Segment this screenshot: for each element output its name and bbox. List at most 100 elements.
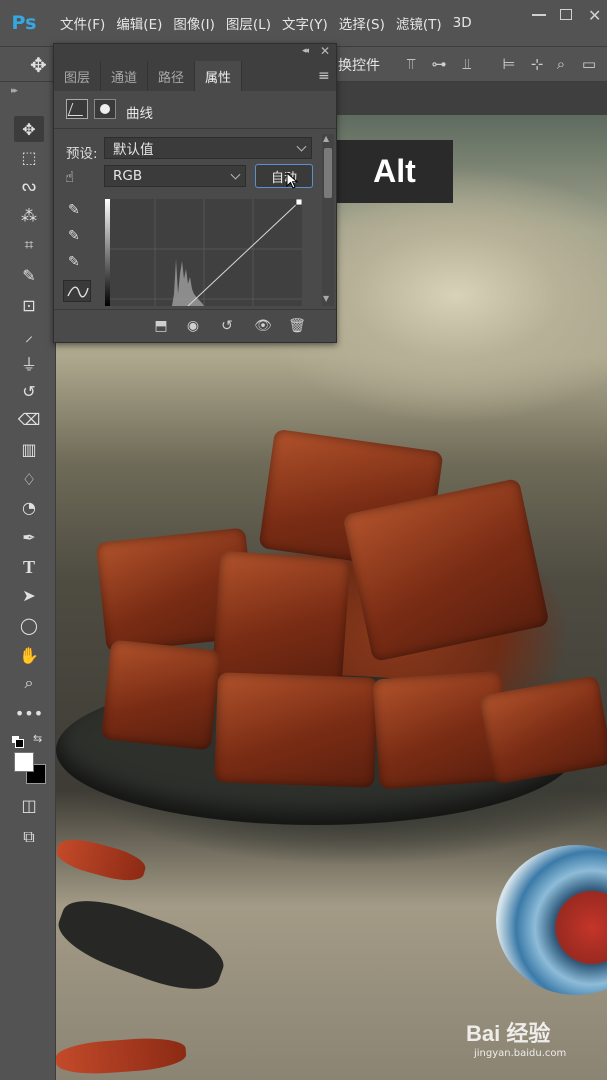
panel-footer: ⬒ ◉ ↺ 👁 🗑 bbox=[54, 309, 336, 342]
align-left-icon[interactable]: ⊨ bbox=[500, 55, 518, 73]
food-chunk bbox=[214, 672, 378, 788]
quick-mask-icon[interactable]: ◫ bbox=[14, 792, 44, 818]
watermark: Bai 经验 jingyan.baidu.com bbox=[462, 1010, 602, 1070]
foreground-color-swatch[interactable] bbox=[14, 752, 34, 772]
menu-bar: Ps 文件(F) 编辑(E) 图像(I) 图层(L) 文字(Y) 选择(S) 滤… bbox=[0, 0, 607, 46]
channel-select[interactable]: RGB bbox=[104, 165, 246, 187]
tab-channels[interactable]: 通道 bbox=[101, 61, 149, 91]
view-previous-icon[interactable]: ◉ bbox=[182, 316, 204, 336]
tab-layers[interactable]: 图层 bbox=[54, 61, 102, 91]
preset-select[interactable]: 默认值 bbox=[104, 137, 312, 159]
scroll-down-icon[interactable]: ▼ bbox=[323, 294, 329, 303]
close-panel-icon[interactable]: ✕ bbox=[320, 44, 330, 58]
scroll-up-icon[interactable]: ▲ bbox=[323, 134, 329, 143]
ellipse-icon[interactable]: ◯ bbox=[14, 612, 44, 638]
preset-value: 默认值 bbox=[113, 142, 154, 158]
lasso-icon[interactable]: ᔓ bbox=[14, 172, 44, 198]
menu-filter[interactable]: 滤镜(T) bbox=[396, 13, 442, 33]
curve-point bbox=[295, 199, 302, 206]
mouse-cursor-icon bbox=[286, 172, 299, 189]
food-chunk bbox=[211, 550, 351, 690]
tab-paths[interactable]: 路径 bbox=[148, 61, 196, 91]
curve-icon bbox=[67, 286, 89, 298]
align-vcenter-icon[interactable]: ⊶ bbox=[430, 55, 448, 73]
gradient-icon[interactable]: ▥ bbox=[14, 436, 44, 462]
menu-3d[interactable]: 3D bbox=[453, 15, 472, 31]
reset-icon[interactable]: ↺ bbox=[216, 316, 238, 336]
gray-point-eyedropper-icon[interactable]: ✎ bbox=[68, 228, 80, 244]
watermark-logo: Bai 经验 bbox=[466, 1021, 551, 1046]
type-icon[interactable]: T bbox=[14, 554, 44, 580]
menu-layer[interactable]: 图层(L) bbox=[226, 13, 271, 33]
food-chunk bbox=[479, 675, 607, 785]
patch-icon[interactable]: ⊡ bbox=[14, 292, 44, 318]
white-point-eyedropper-icon[interactable]: ✎ bbox=[68, 254, 80, 270]
curves-graph-svg bbox=[106, 199, 302, 306]
menu-type[interactable]: 文字(Y) bbox=[282, 13, 328, 33]
black-point-eyedropper-icon[interactable]: ✎ bbox=[68, 202, 80, 218]
auto-button[interactable]: 自动 bbox=[255, 164, 313, 188]
panel-menu-icon[interactable]: ≡ bbox=[318, 68, 330, 84]
visibility-icon[interactable]: 👁 bbox=[252, 316, 274, 336]
default-colors-icon[interactable] bbox=[12, 736, 24, 748]
collapse-panel-icon[interactable]: ◂◂ bbox=[302, 46, 309, 56]
move-icon[interactable]: ✥ bbox=[30, 53, 47, 77]
adjustment-title: 曲线 bbox=[126, 106, 153, 122]
photoshop-logo: Ps bbox=[11, 12, 37, 34]
menu-edit[interactable]: 编辑(E) bbox=[116, 13, 162, 33]
path-select-icon[interactable]: ➤ bbox=[14, 582, 44, 608]
tab-properties[interactable]: 属性 bbox=[195, 61, 243, 91]
key-hint-overlay: Alt bbox=[336, 140, 453, 203]
curves-graph[interactable] bbox=[105, 199, 302, 306]
preset-label: 预设: bbox=[66, 146, 98, 162]
dodge-icon[interactable]: ◔ bbox=[14, 494, 44, 520]
curves-adjustment-icon[interactable] bbox=[66, 99, 88, 119]
watermark-url: jingyan.baidu.com bbox=[474, 1048, 567, 1059]
more-icon[interactable]: ••• bbox=[14, 700, 44, 726]
workspace-icon[interactable]: ▭ bbox=[580, 55, 598, 73]
menu-image[interactable]: 图像(I) bbox=[173, 13, 215, 33]
curve-point-tool[interactable] bbox=[63, 280, 91, 302]
eraser-icon[interactable]: ⌫ bbox=[14, 406, 44, 432]
spoon bbox=[56, 887, 232, 1003]
adjustment-header: 曲线 bbox=[54, 91, 336, 129]
move-icon[interactable]: ✥ bbox=[14, 116, 44, 142]
chevron-down-icon bbox=[230, 169, 241, 180]
on-image-adjust-icon[interactable]: ☝ bbox=[65, 168, 74, 186]
zoom-icon[interactable]: ⌕ bbox=[14, 670, 44, 696]
hand-icon[interactable]: ✋ bbox=[14, 642, 44, 668]
menu-file[interactable]: 文件(F) bbox=[60, 13, 105, 33]
history-brush-icon[interactable]: ↺ bbox=[14, 378, 44, 404]
blur-icon[interactable]: ♢ bbox=[14, 466, 44, 492]
chevron-down-icon bbox=[296, 141, 307, 152]
swap-colors-icon[interactable]: ⇆ bbox=[33, 732, 42, 745]
minimize-icon[interactable] bbox=[532, 14, 546, 16]
crop-icon[interactable]: ⌗ bbox=[14, 232, 44, 258]
panel-tabs: 图层 通道 路径 属性 bbox=[54, 61, 336, 91]
align-bottom-icon[interactable]: ⫫ bbox=[458, 55, 476, 73]
pen-icon[interactable]: ✒ bbox=[14, 524, 44, 550]
magic-wand-icon[interactable]: ⁂ bbox=[14, 202, 44, 228]
collapse-icon[interactable]: ▸▸ bbox=[11, 86, 18, 96]
align-hcenter-icon[interactable]: ⊹ bbox=[528, 55, 546, 73]
marquee-icon[interactable]: ⬚ bbox=[14, 144, 44, 170]
layer-mask-icon[interactable] bbox=[94, 99, 116, 119]
scroll-thumb[interactable] bbox=[324, 148, 332, 198]
panel-scrollbar[interactable]: ▲ ▼ bbox=[322, 134, 334, 306]
screen-mode-icon[interactable]: ⧉ bbox=[14, 824, 44, 850]
menu-select[interactable]: 选择(S) bbox=[339, 13, 385, 33]
close-icon[interactable]: ✕ bbox=[588, 6, 604, 25]
maximize-icon[interactable] bbox=[560, 9, 572, 20]
brush-icon[interactable]: ⸝ bbox=[14, 322, 44, 348]
clip-to-layer-icon[interactable]: ⬒ bbox=[150, 316, 172, 336]
food-chunk bbox=[101, 639, 221, 751]
trash-icon[interactable]: 🗑 bbox=[286, 316, 308, 336]
align-top-icon[interactable]: ⫪ bbox=[402, 55, 420, 73]
show-transform-controls-label[interactable]: 换控件 bbox=[338, 55, 380, 75]
chili-pepper bbox=[56, 833, 149, 887]
stamp-icon[interactable]: ⏚ bbox=[14, 350, 44, 376]
eyedropper-icon[interactable]: ✎ bbox=[14, 262, 44, 288]
search-icon[interactable]: ⌕ bbox=[552, 55, 570, 73]
panel-title-strip[interactable] bbox=[54, 44, 336, 61]
key-hint-text: Alt bbox=[373, 153, 416, 189]
